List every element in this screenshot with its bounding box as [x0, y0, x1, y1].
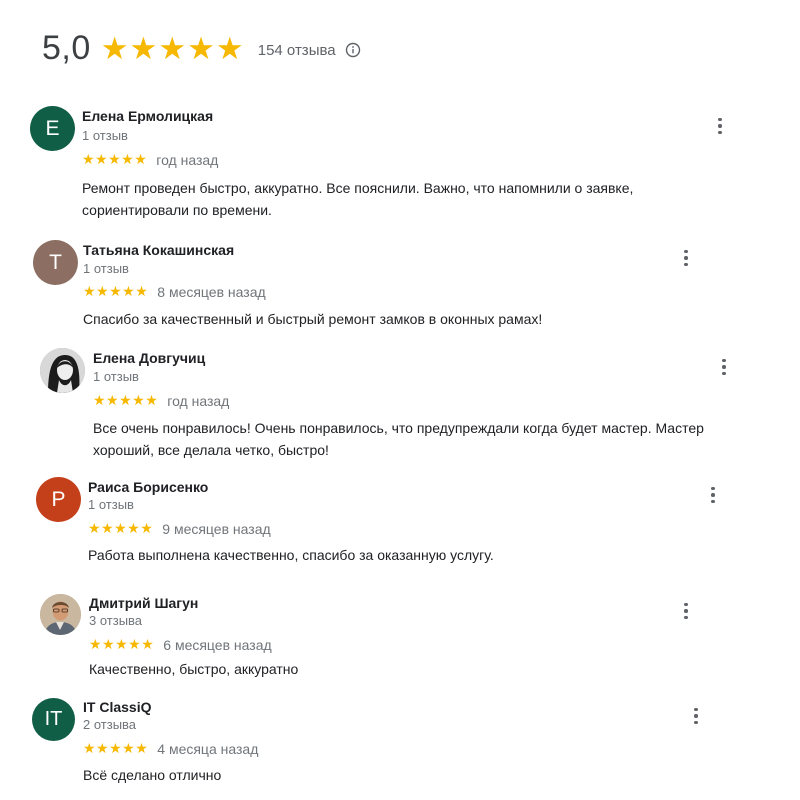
- author-review-count: 1 отзыв: [83, 261, 129, 276]
- avatar[interactable]: [40, 594, 81, 635]
- author-review-count: 2 отзыва: [83, 717, 137, 732]
- review-author[interactable]: IT ClassiQ: [83, 699, 151, 715]
- review-date: 8 месяцев назад: [157, 283, 266, 300]
- review-author[interactable]: Елена Ермолицкая: [82, 108, 213, 124]
- more-vert-icon[interactable]: [676, 599, 696, 623]
- info-icon[interactable]: [345, 42, 361, 58]
- review-rating-row: ★★★★★ 9 месяцев назад: [88, 520, 271, 537]
- review-rating-row: ★★★★★ 6 месяцев назад: [89, 636, 272, 653]
- more-vert-icon[interactable]: [710, 114, 730, 138]
- author-review-count: 1 отзыв: [88, 497, 134, 512]
- rating-value: 5,0: [42, 28, 91, 67]
- avatar[interactable]: T: [33, 240, 78, 285]
- more-vert-icon[interactable]: [676, 246, 696, 270]
- avatar[interactable]: [40, 348, 85, 393]
- review-stars: ★★★★★: [89, 636, 155, 652]
- review-text: Всё сделано отлично: [83, 767, 222, 783]
- review-rating-row: ★★★★★ 8 месяцев назад: [83, 283, 266, 300]
- review-text: Ремонт проведен быстро, аккуратно. Все п…: [82, 180, 634, 218]
- author-review-count: 1 отзыв: [82, 128, 128, 143]
- avatar-photo: [40, 594, 81, 635]
- review-count: 154 отзыва: [257, 41, 336, 59]
- review-date: 6 месяцев назад: [163, 636, 272, 653]
- avatar-photo: [40, 348, 85, 393]
- avatar[interactable]: E: [30, 106, 75, 151]
- rating-summary: 5,0 ★★★★★ 154 отзыва: [42, 26, 361, 70]
- review-author[interactable]: Елена Довгучиц: [93, 350, 205, 366]
- review-stars: ★★★★★: [82, 151, 148, 167]
- rating-stars: ★★★★★: [100, 30, 245, 66]
- review-stars: ★★★★★: [88, 520, 154, 536]
- author-review-count: 3 отзыва: [89, 613, 143, 628]
- review-text: Качественно, быстро, аккуратно: [89, 661, 299, 677]
- avatar[interactable]: IT: [32, 698, 75, 741]
- review-text: Спасибо за качественный и быстрый ремонт…: [83, 311, 543, 327]
- review-stars: ★★★★★: [83, 740, 149, 756]
- review-author[interactable]: Дмитрий Шагун: [89, 595, 198, 611]
- review-date: 9 месяцев назад: [162, 520, 271, 537]
- avatar[interactable]: P: [36, 477, 81, 522]
- review-rating-row: ★★★★★ год назад: [93, 392, 229, 409]
- review-rating-row: ★★★★★ год назад: [82, 151, 218, 168]
- review-text: Работа выполнена качественно, спасибо за…: [88, 547, 494, 563]
- more-vert-icon[interactable]: [714, 355, 734, 379]
- review-author[interactable]: Татьяна Кокашинская: [83, 242, 234, 258]
- review-stars: ★★★★★: [93, 392, 159, 408]
- review-stars: ★★★★★: [83, 283, 149, 299]
- more-vert-icon[interactable]: [686, 704, 706, 728]
- review-date: год назад: [167, 392, 230, 409]
- review-date: 4 месяца назад: [157, 740, 259, 757]
- review-text: Все очень понравилось! Очень понравилось…: [93, 420, 704, 458]
- review-date: год назад: [156, 151, 219, 168]
- review-rating-row: ★★★★★ 4 месяца назад: [83, 740, 258, 757]
- author-review-count: 1 отзыв: [93, 369, 139, 384]
- more-vert-icon[interactable]: [703, 483, 723, 507]
- review-author[interactable]: Раиса Борисенко: [88, 479, 208, 495]
